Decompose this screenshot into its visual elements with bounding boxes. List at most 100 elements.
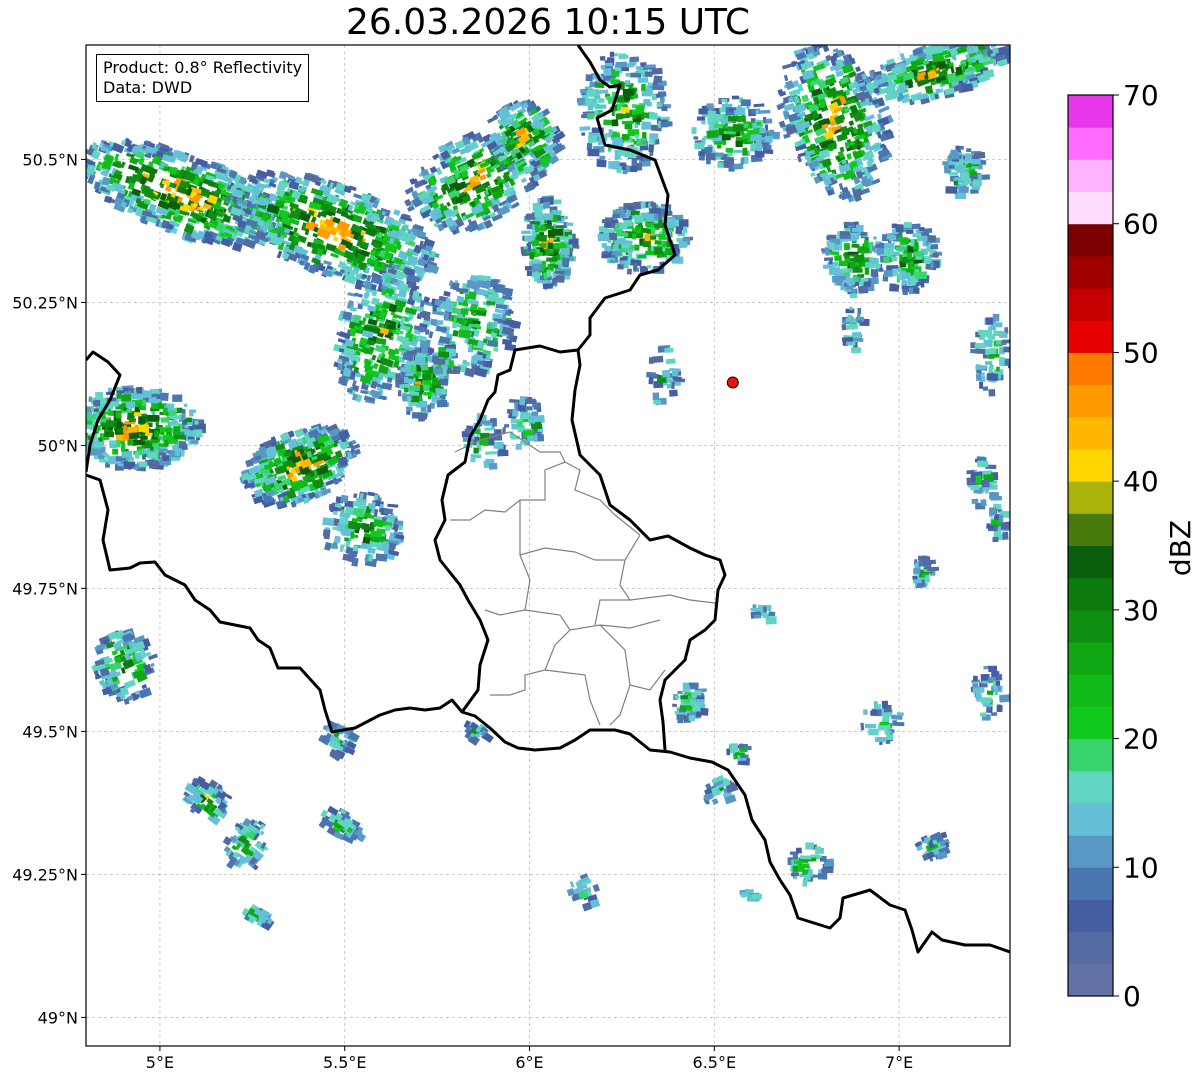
echo-cell xyxy=(128,432,138,440)
echo-cell xyxy=(632,118,642,123)
echo-cell xyxy=(340,494,349,503)
echo-cell xyxy=(546,269,552,278)
echo-cell xyxy=(717,162,724,168)
echo-cell xyxy=(78,428,83,435)
echo-cell xyxy=(896,224,904,233)
echo-cell xyxy=(707,116,716,125)
echo-cell xyxy=(153,430,160,438)
echo-cell xyxy=(649,133,659,140)
echo-cell xyxy=(76,410,85,415)
echo-cell xyxy=(829,251,840,256)
echo-cell xyxy=(625,54,629,59)
echo-cell xyxy=(951,164,955,169)
echo-cell xyxy=(654,247,664,255)
echo-cell xyxy=(174,434,187,440)
echo-cell xyxy=(864,267,870,275)
echo-cell xyxy=(644,71,653,77)
echo-cell xyxy=(834,255,842,262)
echo-cell xyxy=(902,237,910,244)
echo-cell xyxy=(634,226,642,233)
echo-cell xyxy=(133,393,146,399)
echo-cell xyxy=(123,461,136,468)
echo-cell xyxy=(733,163,744,170)
echo-cell xyxy=(406,350,418,355)
echo-cell xyxy=(587,135,598,143)
echo-cell xyxy=(660,121,673,127)
echo-cell xyxy=(966,45,975,53)
echo-cell xyxy=(959,146,964,150)
echo-cell xyxy=(622,113,630,119)
echo-cell xyxy=(731,95,740,100)
echo-cell xyxy=(405,406,413,412)
echo-cell xyxy=(706,130,719,139)
echo-cell xyxy=(549,237,554,243)
echo-cell xyxy=(608,160,620,169)
echo-cell xyxy=(602,251,609,255)
echo-cell xyxy=(931,243,939,250)
echo-cell xyxy=(173,426,181,434)
echo-cell xyxy=(68,415,76,423)
echo-cell xyxy=(625,165,631,173)
echo-cell xyxy=(596,159,607,168)
echo-cell xyxy=(932,252,939,258)
echo-cell xyxy=(698,108,709,115)
echo-cell xyxy=(587,112,595,120)
echo-cell xyxy=(765,144,772,150)
echo-cell xyxy=(634,245,640,249)
echo-cell xyxy=(617,263,624,270)
echo-cell xyxy=(79,452,84,457)
echo-cell xyxy=(648,144,655,153)
echo-cell xyxy=(78,154,84,162)
echo-cell xyxy=(896,246,901,251)
echo-cell xyxy=(860,232,867,236)
echo-cell xyxy=(611,132,620,138)
echo-cell xyxy=(764,135,773,143)
echo-cell xyxy=(587,148,600,157)
echo-cell xyxy=(189,412,194,417)
echo-cell xyxy=(739,131,745,136)
echo-cell xyxy=(164,439,169,447)
radar-map: 5°E 5.5°E 6°E 6.5°E 7°E 50.5°N50.25°N50°N49.… xyxy=(12,37,1197,1072)
echo-cell xyxy=(343,367,351,375)
echo-cell xyxy=(108,440,117,445)
echo-cell xyxy=(678,219,689,228)
echo-cell xyxy=(675,226,683,235)
echo-cell xyxy=(970,189,979,194)
echo-cell xyxy=(492,313,503,320)
echo-cell xyxy=(891,223,897,228)
echo-cell xyxy=(564,216,568,220)
echo-cell xyxy=(693,136,699,140)
echo-cell xyxy=(430,318,438,326)
echo-cell xyxy=(726,157,735,165)
echo-cell xyxy=(701,120,706,125)
echo-cell xyxy=(646,212,654,222)
echo-cell xyxy=(70,418,74,425)
echo-cell xyxy=(623,95,631,102)
echo-cell xyxy=(531,240,540,247)
map-area[interactable]: 5°E 5.5°E 6°E 6.5°E 7°E 50.5°N50.25°N50°N49.… xyxy=(12,37,1017,1072)
echo-cell xyxy=(621,120,634,125)
echo-cell xyxy=(597,98,605,104)
echo-cell xyxy=(900,272,911,280)
echo-cell xyxy=(137,424,150,433)
echo-cell xyxy=(943,165,950,174)
echo-cell xyxy=(155,421,160,429)
echo-cell xyxy=(555,275,565,283)
echo-cell xyxy=(338,517,349,525)
echo-cell xyxy=(71,404,76,410)
echo-cell xyxy=(641,121,651,130)
echo-cell xyxy=(633,57,639,62)
echo-cell xyxy=(971,186,981,190)
echo-cell xyxy=(653,223,665,229)
echo-cell xyxy=(737,107,746,116)
echo-cell xyxy=(138,449,145,456)
echo-cell xyxy=(405,372,414,377)
echo-cell xyxy=(632,233,637,240)
echo-cell xyxy=(736,115,747,123)
echo-cell xyxy=(620,107,630,113)
echo-cell xyxy=(424,329,430,335)
echo-cell xyxy=(979,40,987,45)
echo-cell xyxy=(73,417,77,425)
echo-cell xyxy=(889,283,900,292)
echo-cell xyxy=(86,152,87,160)
